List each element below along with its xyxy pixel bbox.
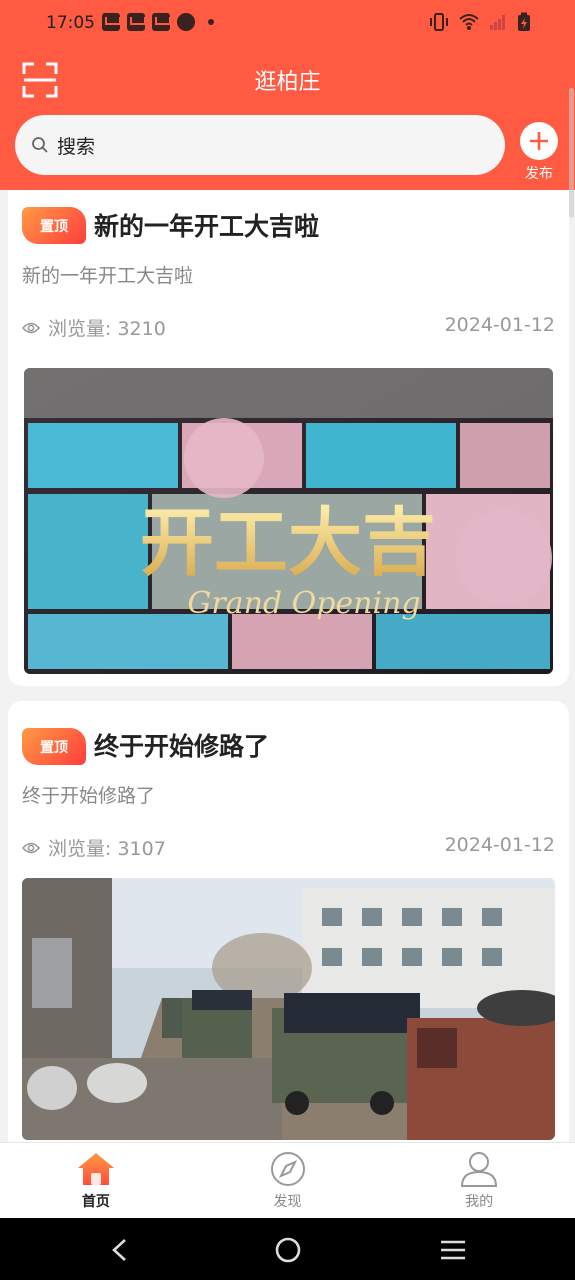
view-count: 浏览量: 3210: [22, 314, 166, 341]
search-bar[interactable]: 搜索: [15, 115, 505, 175]
opening-image: 开工大吉 Grand Opening: [24, 368, 553, 674]
tab-discover[interactable]: 发现: [192, 1143, 384, 1218]
notification-icons: [102, 13, 214, 31]
more-dot-icon: [208, 19, 214, 25]
tab-label: 首页: [81, 1194, 110, 1210]
recents-icon[interactable]: [440, 1240, 466, 1260]
image-caption: Grand Opening: [187, 586, 420, 621]
publish-button[interactable]: 发布: [518, 122, 560, 183]
system-icons: [429, 12, 531, 32]
views-label: 浏览量: 3210: [48, 318, 166, 340]
signal-icon: [490, 15, 505, 30]
search-input[interactable]: 搜索: [57, 132, 95, 159]
pinned-badge: 置顶: [22, 207, 86, 244]
tab-home[interactable]: 首页: [0, 1143, 192, 1218]
publish-label: 发布: [525, 166, 553, 182]
post-image[interactable]: [22, 878, 555, 1140]
home-circle-icon[interactable]: [274, 1236, 302, 1264]
search-icon: [32, 137, 48, 153]
post-title[interactable]: 新的一年开工大吉啦: [94, 207, 319, 243]
tab-profile[interactable]: 我的: [383, 1143, 575, 1218]
mail-notification-icon: [102, 13, 121, 31]
eye-icon: [22, 842, 40, 853]
road-construction-image: [22, 878, 555, 1140]
home-icon: [77, 1153, 114, 1185]
post-date: 2024-01-12: [444, 314, 555, 336]
wifi-icon: [459, 14, 479, 30]
image-headline: 开工大吉: [140, 500, 436, 586]
status-bar: 17:05: [0, 0, 575, 46]
eye-icon: [22, 322, 40, 333]
post-card[interactable]: 置顶 终于开始修路了 终于开始修路了 浏览量: 3107 2024-01-12: [8, 701, 569, 1143]
post-title[interactable]: 终于开始修路了: [94, 727, 269, 763]
post-summary: 新的一年开工大吉啦: [22, 265, 194, 287]
mail-notification-icon: [127, 13, 146, 31]
post-feed[interactable]: 置顶 新的一年开工大吉啦 新的一年开工大吉啦 浏览量: 3210 2024-01…: [0, 190, 575, 1143]
battery-charging-icon: [518, 12, 530, 31]
vibrate-icon: [430, 13, 448, 31]
tab-label: 我的: [465, 1194, 494, 1210]
mail-notification-icon: [152, 13, 171, 31]
views-label: 浏览量: 3107: [48, 838, 166, 860]
view-count: 浏览量: 3107: [22, 834, 166, 861]
scrollbar[interactable]: [569, 88, 574, 218]
compass-notification-icon: [177, 13, 195, 31]
compass-icon: [270, 1152, 305, 1186]
post-card[interactable]: 置顶 新的一年开工大吉啦 新的一年开工大吉啦 浏览量: 3210 2024-01…: [8, 190, 569, 686]
status-time: 17:05: [46, 13, 95, 33]
back-icon[interactable]: [110, 1238, 130, 1262]
post-summary: 终于开始修路了: [22, 785, 156, 807]
pinned-badge: 置顶: [22, 728, 86, 765]
bottom-tab-bar: 首页 发现 我的: [0, 1142, 575, 1218]
app-header: 17:05 逛柏庄 搜索 发布: [0, 0, 575, 190]
system-nav-bar: [0, 1218, 575, 1280]
plus-icon: [520, 122, 558, 160]
user-icon: [461, 1152, 498, 1187]
tab-label: 发现: [273, 1194, 302, 1210]
post-date: 2024-01-12: [444, 834, 555, 856]
post-image[interactable]: 开工大吉 Grand Opening: [24, 368, 553, 674]
page-title: 逛柏庄: [254, 70, 321, 95]
